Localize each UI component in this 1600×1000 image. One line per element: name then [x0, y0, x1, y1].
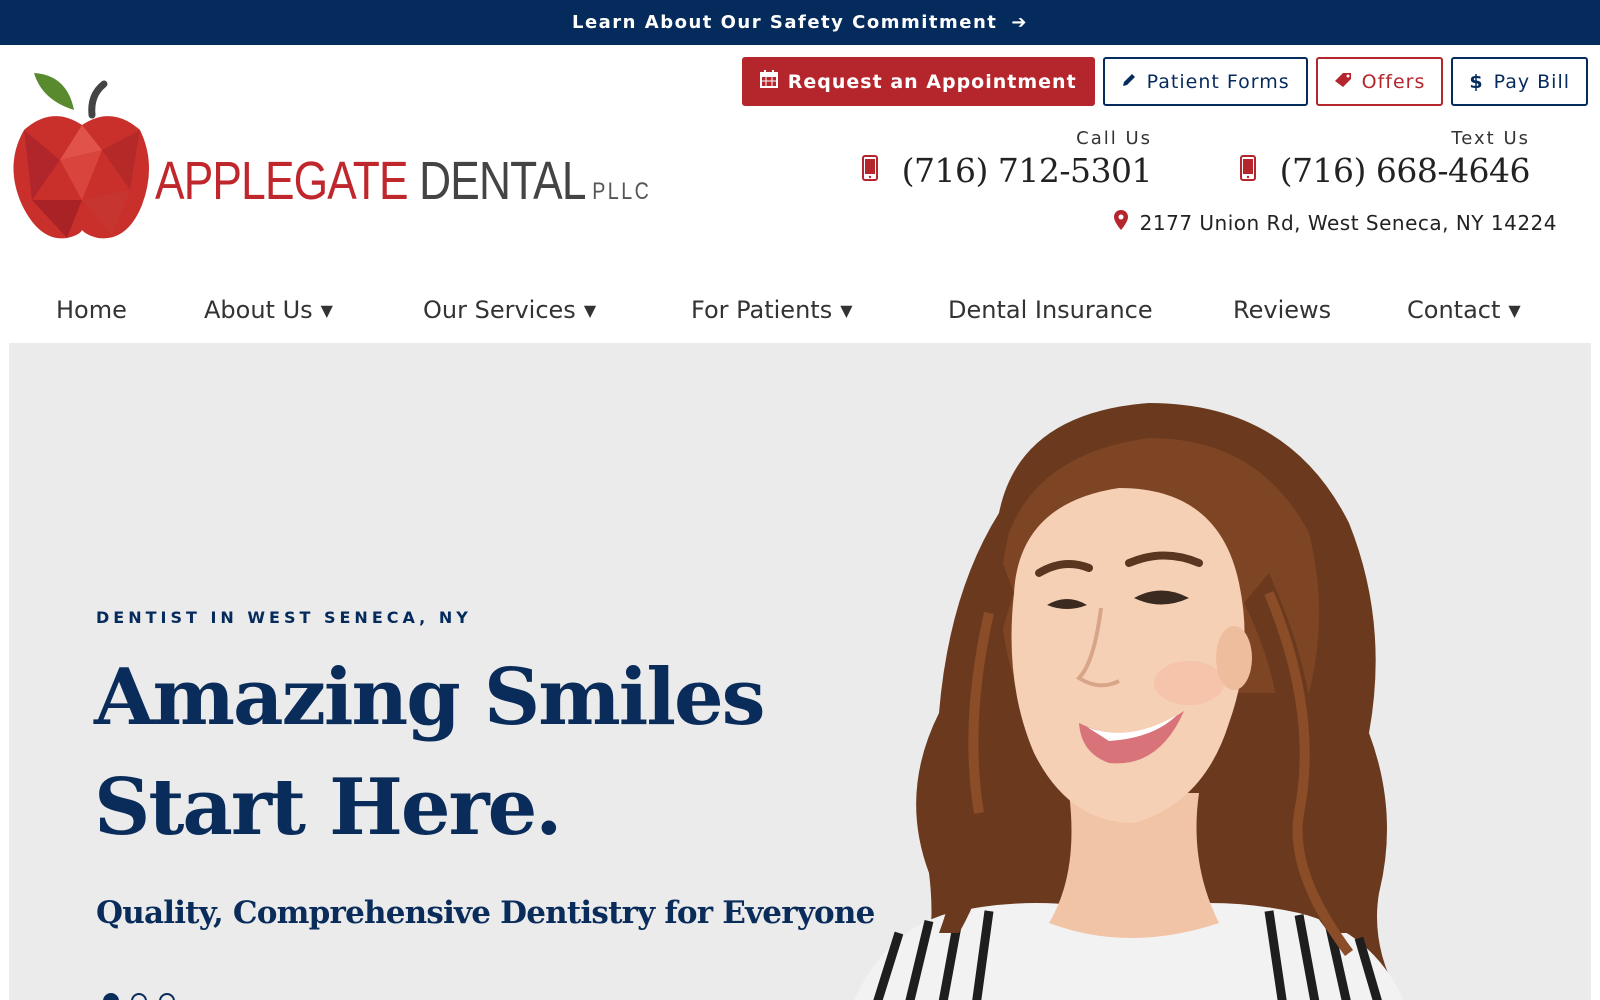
address-link[interactable]: 2177 Union Rd, West Seneca, NY 14224: [1113, 210, 1557, 235]
hero-title-line-2: Start Here.: [94, 762, 562, 853]
nav-item-contact[interactable]: Contact ▼: [1407, 296, 1521, 324]
nav-label-home: Home: [56, 296, 127, 324]
caret-down-icon: ▼: [320, 300, 333, 320]
text-us-phone: (716) 668-4646: [1279, 151, 1531, 190]
hero-title-line-1: Amazing Smiles: [94, 652, 766, 743]
slider-dot-2[interactable]: [131, 993, 147, 1000]
patient-forms-button[interactable]: Patient Forms: [1102, 57, 1308, 106]
logo-word-applegate: APPLEGATE: [155, 151, 408, 211]
nav-item-reviews[interactable]: Reviews: [1233, 296, 1331, 324]
nav-item-for-patients[interactable]: For Patients ▼: [691, 296, 853, 324]
call-us-block: Call Us (716) 712-5301: [861, 128, 1153, 190]
call-us-phone: (716) 712-5301: [901, 151, 1153, 190]
text-us-label: Text Us: [1451, 128, 1530, 149]
safety-banner-link[interactable]: Learn About Our Safety Commitment ➔: [0, 0, 1600, 45]
call-us-phone-link[interactable]: (716) 712-5301: [861, 151, 1153, 190]
nav-label-contact: Contact: [1407, 296, 1501, 324]
patient-forms-label: Patient Forms: [1146, 70, 1290, 93]
caret-down-icon: ▼: [840, 300, 853, 320]
offers-button[interactable]: Offers: [1315, 57, 1444, 106]
hero-title: Amazing Smiles Start Here.: [94, 643, 794, 863]
slider-dot-3[interactable]: [159, 993, 175, 1000]
address-text: 2177 Union Rd, West Seneca, NY 14224: [1139, 210, 1557, 235]
logo-suffix: PLLC: [592, 178, 652, 205]
pay-bill-label: Pay Bill: [1493, 70, 1570, 93]
nav-item-our-services[interactable]: Our Services ▼: [423, 296, 596, 324]
main-navigation: Home About Us ▼ Our Services ▼ For Patie…: [0, 296, 1600, 342]
hero-subtitle: Quality, Comprehensive Dentistry for Eve…: [96, 895, 875, 931]
logo-wordmark: APPLEGATE DENTAL PLLC: [155, 154, 651, 208]
dollar-icon: $: [1469, 70, 1484, 93]
caret-down-icon: ▼: [1508, 300, 1521, 320]
nav-label-our-services: Our Services: [423, 296, 576, 324]
nav-item-dental-insurance[interactable]: Dental Insurance: [948, 296, 1153, 324]
hero-kicker: DENTIST IN WEST SENECA, NY: [96, 608, 472, 627]
call-us-label: Call Us: [1076, 128, 1152, 149]
text-us-block: Text Us (716) 668-4646: [1239, 128, 1531, 190]
nav-item-about-us[interactable]: About Us ▼: [204, 296, 333, 324]
mobile-phone-icon: [861, 154, 878, 187]
slider-dots: [103, 993, 175, 1000]
text-us-phone-link[interactable]: (716) 668-4646: [1239, 151, 1531, 190]
map-pin-icon: [1113, 210, 1128, 235]
hero-banner: DENTIST IN WEST SENECA, NY Amazing Smile…: [9, 343, 1591, 1000]
nav-label-reviews: Reviews: [1233, 296, 1332, 324]
pay-bill-button[interactable]: $ Pay Bill: [1451, 57, 1588, 106]
pencil-icon: [1121, 71, 1137, 93]
slider-dot-1[interactable]: [103, 993, 119, 1000]
calendar-icon: [759, 70, 778, 93]
apple-logo-icon: [13, 73, 150, 239]
offers-label: Offers: [1361, 70, 1426, 93]
tag-icon: [1334, 71, 1352, 93]
mobile-phone-icon: [1239, 154, 1256, 187]
logo-word-dental: DENTAL: [419, 151, 586, 211]
nav-label-for-patients: For Patients: [691, 296, 833, 324]
logo[interactable]: APPLEGATE DENTAL PLLC: [12, 70, 649, 250]
safety-banner-text: Learn About Our Safety Commitment: [571, 12, 998, 33]
header-button-row: Request an Appointment Patient Forms Off…: [741, 57, 1588, 106]
arrow-right-icon: ➔: [1011, 12, 1028, 33]
request-appointment-button[interactable]: Request an Appointment: [741, 57, 1095, 106]
nav-label-dental-insurance: Dental Insurance: [948, 296, 1153, 324]
hero-woman-photo: [854, 403, 1404, 1000]
nav-label-about-us: About Us: [204, 296, 313, 324]
request-appointment-label: Request an Appointment: [787, 70, 1077, 93]
caret-down-icon: ▼: [583, 300, 597, 320]
nav-item-home[interactable]: Home: [56, 296, 127, 324]
